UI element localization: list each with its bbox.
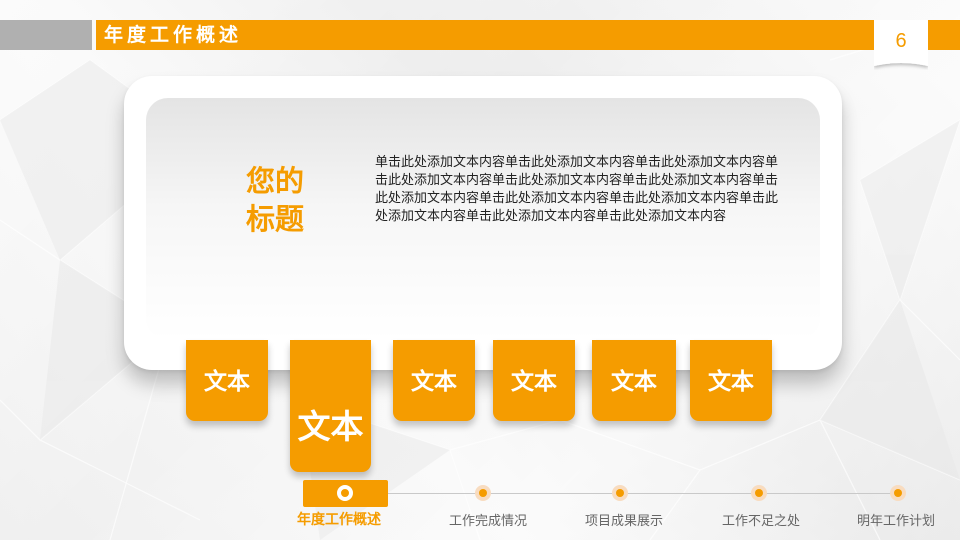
tab-label: 文本 [511,369,557,395]
tab-label: 文本 [297,407,364,446]
tab-6[interactable]: 文本 [690,340,772,421]
timeline-active-dot-icon [337,485,353,501]
tab-2-active[interactable]: 文本 [290,340,371,472]
timeline-item-project-results[interactable]: 项目成果展示 [585,510,663,529]
timeline-item-work-completion[interactable]: 工作完成情况 [449,510,527,529]
timeline-dot-icon[interactable] [612,485,628,501]
timeline-line [388,493,900,494]
page-number: 6 [895,30,907,52]
tab-label: 文本 [708,369,754,395]
tab-5[interactable]: 文本 [592,340,676,421]
tab-label: 文本 [411,369,457,395]
timeline-item-shortcomings[interactable]: 工作不足之处 [722,510,800,529]
tab-label: 文本 [204,369,250,395]
tab-4[interactable]: 文本 [493,340,575,421]
tab-1[interactable]: 文本 [186,340,268,421]
timeline-dot-icon[interactable] [475,485,491,501]
timeline-item-annual-overview[interactable]: 年度工作概述 [297,509,381,529]
timeline-dot-icon[interactable] [890,485,906,501]
card-title: 您的标题 [246,164,305,236]
card-body-text: 单击此处添加文本内容单击此处添加文本内容单击此处添加文本内容单击此处添加文本内容… [375,155,779,224]
tab-label: 文本 [611,369,657,395]
tab-3[interactable]: 文本 [393,340,475,421]
timeline-dot-icon[interactable] [751,485,767,501]
header-gray-block [0,20,92,50]
header-title: 年度工作概述 [104,24,243,46]
timeline-item-next-year-plan[interactable]: 明年工作计划 [857,510,935,529]
